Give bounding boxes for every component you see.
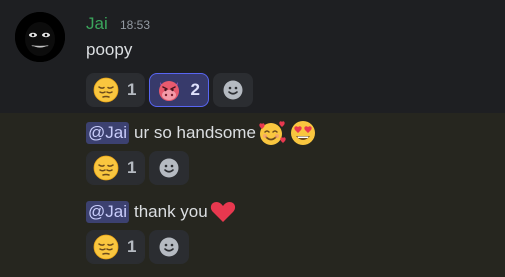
add-reaction-icon bbox=[223, 80, 243, 100]
add-reaction-icon bbox=[159, 237, 179, 257]
add-reaction-button[interactable] bbox=[149, 151, 190, 185]
reaction-pensive[interactable]: 1 bbox=[86, 230, 146, 264]
pensive-face-icon bbox=[93, 234, 119, 260]
reaction-devil-cow[interactable]: 2 bbox=[149, 73, 209, 107]
add-reaction-button[interactable] bbox=[212, 73, 253, 107]
add-reaction-button[interactable] bbox=[149, 230, 190, 264]
message-content: poopy bbox=[86, 40, 133, 59]
username[interactable]: Jai bbox=[86, 14, 108, 34]
message-text: @Jai thank you bbox=[86, 199, 237, 225]
reaction-count: 1 bbox=[127, 158, 137, 177]
pensive-face-icon bbox=[93, 155, 119, 181]
reaction-count: 2 bbox=[190, 80, 200, 99]
user-mention[interactable]: @Jai bbox=[86, 122, 129, 144]
avatar[interactable] bbox=[15, 12, 65, 62]
message-text: @Jai ur so handsome bbox=[86, 119, 318, 147]
reactions-bar: 1 2 bbox=[86, 73, 253, 107]
reactions-bar: 1 bbox=[86, 230, 190, 264]
avatar-image bbox=[15, 12, 65, 62]
heart-eyes-face-icon bbox=[288, 119, 318, 147]
message-group-top: Jai 18:53 poopy 1 2 bbox=[0, 0, 505, 113]
reaction-pensive[interactable]: 1 bbox=[86, 151, 146, 185]
smiling-face-with-hearts-icon bbox=[257, 119, 287, 147]
reaction-pensive[interactable]: 1 bbox=[86, 73, 146, 107]
message-content: ur so handsome bbox=[134, 123, 256, 142]
user-mention[interactable]: @Jai bbox=[86, 201, 129, 223]
red-heart-icon bbox=[209, 199, 237, 225]
add-reaction-icon bbox=[159, 158, 179, 178]
reaction-count: 1 bbox=[127, 237, 137, 256]
pensive-face-icon bbox=[93, 77, 119, 103]
reaction-count: 1 bbox=[127, 80, 137, 99]
devil-cow-face-icon bbox=[159, 81, 180, 101]
reactions-bar: 1 bbox=[86, 151, 190, 185]
message-text: poopy bbox=[86, 40, 132, 60]
timestamp[interactable]: 18:53 bbox=[120, 18, 150, 32]
message-content: thank you bbox=[134, 202, 208, 221]
